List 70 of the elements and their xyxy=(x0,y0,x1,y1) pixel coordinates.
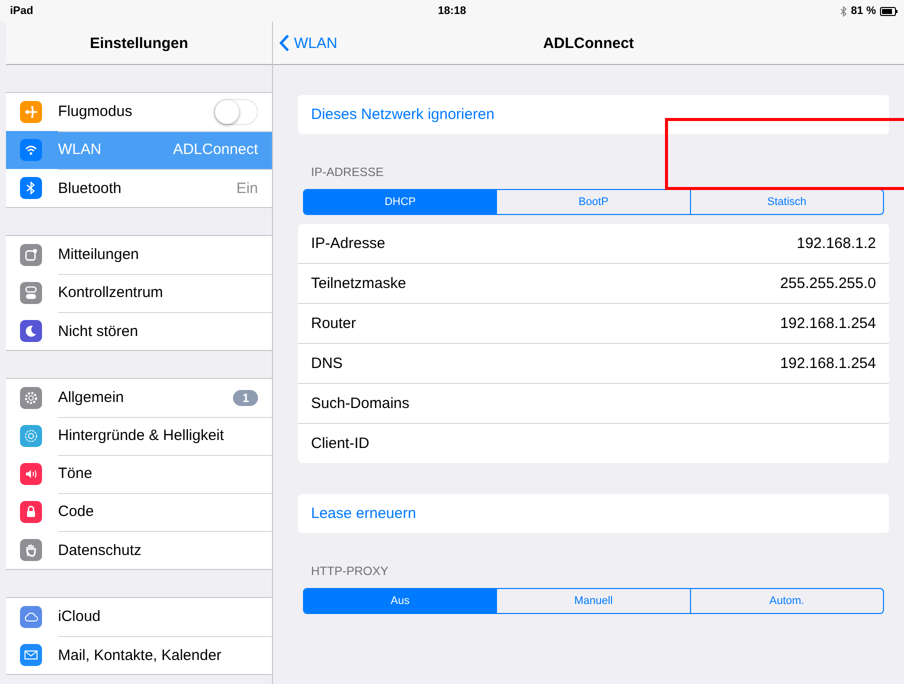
settings-label: Töne xyxy=(58,465,92,482)
mail-icon xyxy=(20,644,42,666)
notifications-icon xyxy=(20,244,42,266)
settings-label: iCloud xyxy=(58,608,101,625)
settings-label: Datenschutz xyxy=(58,542,142,558)
action-button[interactable]: Lease erneuern xyxy=(298,494,889,533)
settings-item[interactable]: iCloud xyxy=(6,598,272,636)
speaker-icon xyxy=(20,463,42,485)
section-header: IP-ADRESSE xyxy=(310,165,385,179)
settings-label: Mail, Kontakte, Kalender xyxy=(58,646,222,664)
page-title: ADLConnect xyxy=(543,34,634,52)
setting-value: ADLConnect xyxy=(172,141,258,158)
field-value: 192.168.1.254 xyxy=(780,315,876,332)
settings-label: Nicht stören xyxy=(58,322,138,340)
segment-button[interactable]: BootP xyxy=(496,190,690,214)
device-name: iPad xyxy=(10,5,34,17)
section-header: HTTP-PROXY xyxy=(310,564,390,578)
segment-button[interactable]: DHCP xyxy=(304,190,496,214)
count-badge: 1 xyxy=(233,390,258,406)
field-label: Teilnetzmaske xyxy=(311,275,406,292)
airplane-icon xyxy=(20,101,42,123)
setting-value: Ein xyxy=(236,180,258,196)
settings-label: WLAN xyxy=(58,141,102,158)
settings-item[interactable]: Flugmodus xyxy=(6,93,272,131)
settings-item[interactable]: Mail, Kontakte, Kalender xyxy=(6,636,272,674)
lock-icon xyxy=(20,501,42,523)
gear-icon xyxy=(20,387,42,409)
toggle-switch[interactable] xyxy=(214,98,258,124)
settings-label: Mitteilungen xyxy=(58,246,139,263)
settings-label: Allgemein xyxy=(58,389,124,406)
segment-button[interactable]: Statisch xyxy=(690,190,883,214)
cloud-icon xyxy=(20,606,42,628)
segment-button[interactable]: Manuell xyxy=(496,589,690,613)
field-label: Client-ID xyxy=(311,435,370,452)
field-label: Router xyxy=(311,315,356,332)
segment-button[interactable]: Aus xyxy=(304,589,496,613)
bluetooth-icon xyxy=(20,177,42,199)
field-label: DNS xyxy=(311,355,343,372)
settings-label: Flugmodus xyxy=(58,103,132,120)
field-value: 192.168.1.2 xyxy=(796,235,876,252)
settings-label: Hintergründe & Helligkeit xyxy=(58,427,224,444)
sidebar-title: Einstellungen xyxy=(90,34,188,52)
settings-item[interactable]: Töne xyxy=(6,455,272,493)
settings-item[interactable]: Bluetooth Ein xyxy=(6,169,272,207)
settings-label: Kontrollzentrum xyxy=(58,284,164,301)
settings-item[interactable]: Nicht stören xyxy=(6,312,272,350)
settings-item[interactable]: Hintergründe & Helligkeit xyxy=(6,417,272,455)
settings-item[interactable]: Code xyxy=(6,493,272,531)
action-button[interactable]: Dieses Netzwerk ignorieren xyxy=(298,95,889,134)
field-label: IP-Adresse xyxy=(311,235,386,252)
battery-percentage: 81 % xyxy=(850,5,876,17)
switches-icon xyxy=(20,282,42,304)
hand-icon xyxy=(20,539,42,561)
settings-label: Code xyxy=(58,503,94,520)
settings-item[interactable]: Allgemein 1 xyxy=(6,379,272,417)
back-button[interactable]: WLAN xyxy=(279,22,338,64)
field-value: 255.255.255.0 xyxy=(780,275,876,292)
field-label: Such-Domains xyxy=(311,395,410,412)
settings-label: Bluetooth xyxy=(58,180,122,196)
moon-icon xyxy=(20,320,42,342)
settings-item[interactable]: Kontrollzentrum xyxy=(6,274,272,312)
wifi-icon xyxy=(20,139,42,161)
clock-time: 18:18 xyxy=(438,5,466,17)
battery-icon xyxy=(880,6,898,16)
settings-item[interactable]: Datenschutz xyxy=(6,531,272,569)
settings-item[interactable]: Mitteilungen xyxy=(6,236,272,274)
chevron-left-icon xyxy=(279,34,290,52)
field-value: 192.168.1.254 xyxy=(780,355,876,372)
segment-button[interactable]: Autom. xyxy=(690,589,883,613)
flower-icon xyxy=(20,425,42,447)
